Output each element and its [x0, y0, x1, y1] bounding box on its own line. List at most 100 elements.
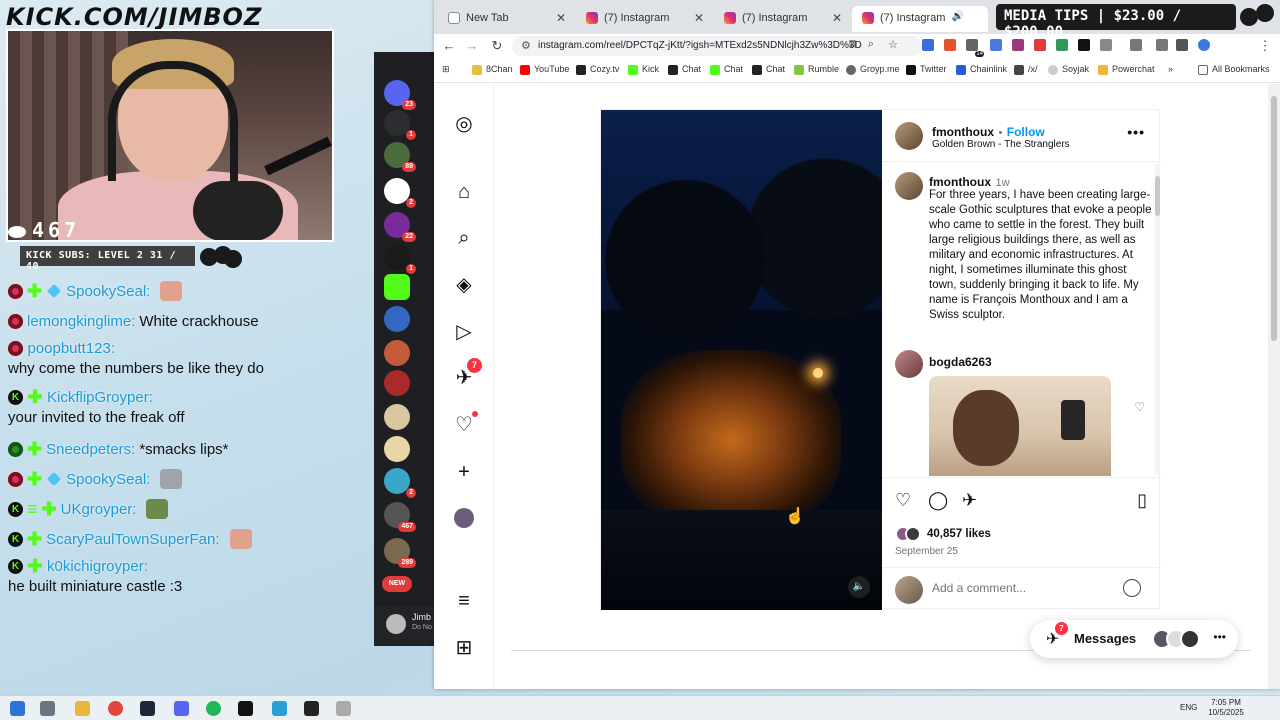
bookmark-powerchat[interactable]: Powerchat — [1098, 64, 1155, 75]
server-icon[interactable] — [384, 370, 410, 396]
telegram-icon[interactable] — [272, 701, 287, 716]
app-icon[interactable] — [304, 701, 319, 716]
kick-server-icon[interactable] — [384, 274, 410, 300]
server-icon[interactable]: 1 — [384, 244, 416, 274]
start-windows-icon[interactable] — [10, 701, 25, 716]
like-heart-icon[interactable]: ♡ — [895, 490, 911, 511]
comment-like-icon[interactable]: ♡ — [1134, 400, 1145, 414]
extension-icon[interactable]: 14 — [966, 39, 984, 57]
comment-bubble-icon[interactable]: ◯ — [928, 490, 948, 511]
also-from-meta-icon[interactable]: ⊞ — [452, 636, 476, 660]
author-avatar[interactable] — [895, 172, 923, 200]
tab-new-tab[interactable]: New Tab ✕ — [438, 6, 574, 32]
spotify-icon[interactable] — [206, 701, 221, 716]
bookmark-groyp[interactable]: Groyp.me — [846, 64, 900, 75]
server-icon[interactable] — [384, 436, 410, 462]
page-scroll-thumb[interactable] — [1271, 96, 1277, 341]
home-icon[interactable]: ⌂ — [452, 180, 476, 204]
extension-icon[interactable] — [1056, 39, 1068, 51]
reels-icon[interactable]: ▷ — [452, 320, 476, 344]
server-icon[interactable]: 2 — [384, 468, 416, 498]
audio-playing-icon[interactable]: 🔊 — [952, 11, 964, 22]
bookmark-x[interactable]: /x/ — [1014, 64, 1038, 75]
bookmark-youtube[interactable]: YouTube — [520, 64, 569, 75]
more-menu-icon[interactable]: ≡ — [452, 589, 476, 613]
server-icon[interactable]: 22 — [384, 212, 416, 242]
comments-scrollbar[interactable] — [1155, 164, 1160, 474]
post-audio[interactable]: Golden Brown - The Stranglers — [932, 139, 1070, 150]
comments-scroll-thumb[interactable] — [1155, 176, 1160, 216]
forward-button[interactable]: → — [463, 38, 481, 53]
bookmark-kick[interactable]: Kick — [628, 64, 659, 75]
server-icon[interactable]: 89 — [384, 142, 416, 172]
caption-username[interactable]: fmonthoux — [929, 175, 991, 189]
all-bookmarks[interactable]: All Bookmarks — [1198, 64, 1270, 75]
bookmark-chainlink[interactable]: Chainlink — [956, 64, 1007, 75]
notifications-heart-icon[interactable]: ♡ — [452, 411, 478, 437]
tab-instagram-active[interactable]: (7) Instagram 🔊 — [852, 6, 988, 32]
profile-avatar[interactable] — [454, 508, 474, 528]
page-scrollbar[interactable] — [1268, 84, 1280, 689]
volume-icon[interactable]: 🔈 — [848, 576, 870, 598]
system-clock[interactable]: 7:05 PM 10/5/2025 — [1204, 698, 1248, 718]
server-icon[interactable] — [384, 340, 410, 366]
bookmarks-overflow-icon[interactable]: » — [1168, 64, 1173, 74]
follow-button[interactable]: Follow — [1007, 125, 1045, 139]
explore-icon[interactable]: ◈ — [452, 273, 476, 297]
keyboard-language[interactable]: ENG — [1180, 703, 1197, 712]
server-icon[interactable]: 467 — [384, 502, 416, 532]
bookmark-rumble[interactable]: Rumble — [794, 64, 839, 75]
extension-icon[interactable] — [1012, 39, 1024, 51]
bookmark-chat[interactable]: Chat — [752, 64, 785, 75]
file-explorer-icon[interactable] — [75, 701, 90, 716]
site-info-icon[interactable]: ⚙ — [521, 39, 531, 52]
discord-icon[interactable] — [174, 701, 189, 716]
commenter-username[interactable]: bogda6263 — [929, 355, 992, 369]
author-avatar[interactable] — [895, 122, 923, 150]
server-icon[interactable] — [384, 306, 410, 332]
install-app-icon[interactable]: ⧉ — [844, 38, 862, 51]
downloads-icon[interactable] — [1176, 39, 1188, 51]
server-icon[interactable]: 289 — [384, 538, 416, 568]
share-icon[interactable]: ✈ — [962, 490, 977, 511]
extension-icon[interactable] — [944, 39, 956, 51]
emoji-icon[interactable] — [1123, 579, 1141, 597]
extension-icon[interactable] — [990, 39, 1002, 51]
bookmark-star-icon[interactable]: ☆ — [884, 38, 902, 51]
bookmark-8chan[interactable]: 8Chan — [472, 64, 513, 75]
zoom-icon[interactable]: ⌕ — [862, 38, 880, 51]
reload-button[interactable]: ↻ — [488, 38, 506, 54]
new-server-label[interactable]: NEW — [382, 576, 412, 592]
reel-video[interactable]: 🔈 — [601, 110, 882, 610]
extension-icon[interactable] — [1034, 39, 1046, 51]
server-icon[interactable]: 23 — [384, 80, 416, 110]
messages-button[interactable]: ✈ 7 Messages ••• — [1030, 620, 1238, 658]
app-icon[interactable] — [238, 701, 253, 716]
instagram-logo-icon[interactable]: ◎ — [452, 112, 476, 136]
server-icon[interactable] — [384, 404, 410, 430]
task-view-icon[interactable] — [40, 701, 55, 716]
bookmark-twitter[interactable]: Twitter — [906, 64, 947, 75]
app-icon[interactable] — [336, 701, 351, 716]
tab-close-icon[interactable]: ✕ — [694, 11, 704, 25]
browser-menu-icon[interactable]: ⋮ — [1256, 38, 1274, 54]
tab-instagram[interactable]: (7) Instagram ✕ — [714, 6, 850, 32]
bookmark-chat[interactable]: Chat — [710, 64, 743, 75]
x-extension-icon[interactable] — [1078, 39, 1090, 51]
tab-instagram[interactable]: (7) Instagram ✕ — [576, 6, 712, 32]
commenter-avatar[interactable] — [895, 350, 923, 378]
search-icon[interactable]: ⌕ — [452, 226, 476, 250]
side-panel-icon[interactable] — [1130, 39, 1142, 51]
back-button[interactable]: ← — [440, 38, 458, 53]
likes-count[interactable]: 40,857 likes — [895, 526, 991, 542]
bookmark-chat[interactable]: Chat — [668, 64, 701, 75]
bookmark-soyjak[interactable]: Soyjak — [1048, 64, 1089, 75]
create-plus-icon[interactable]: + — [452, 460, 476, 484]
messages-icon[interactable]: ✈ 7 — [452, 358, 482, 390]
discord-user-panel[interactable]: Jimb Do No — [374, 606, 434, 646]
more-options-icon[interactable]: ••• — [1127, 124, 1145, 140]
server-icon[interactable]: 1 — [384, 110, 416, 140]
extension-icon[interactable] — [922, 39, 934, 51]
extensions-puzzle-icon[interactable] — [1100, 39, 1112, 51]
media-controls-icon[interactable] — [1156, 39, 1168, 51]
